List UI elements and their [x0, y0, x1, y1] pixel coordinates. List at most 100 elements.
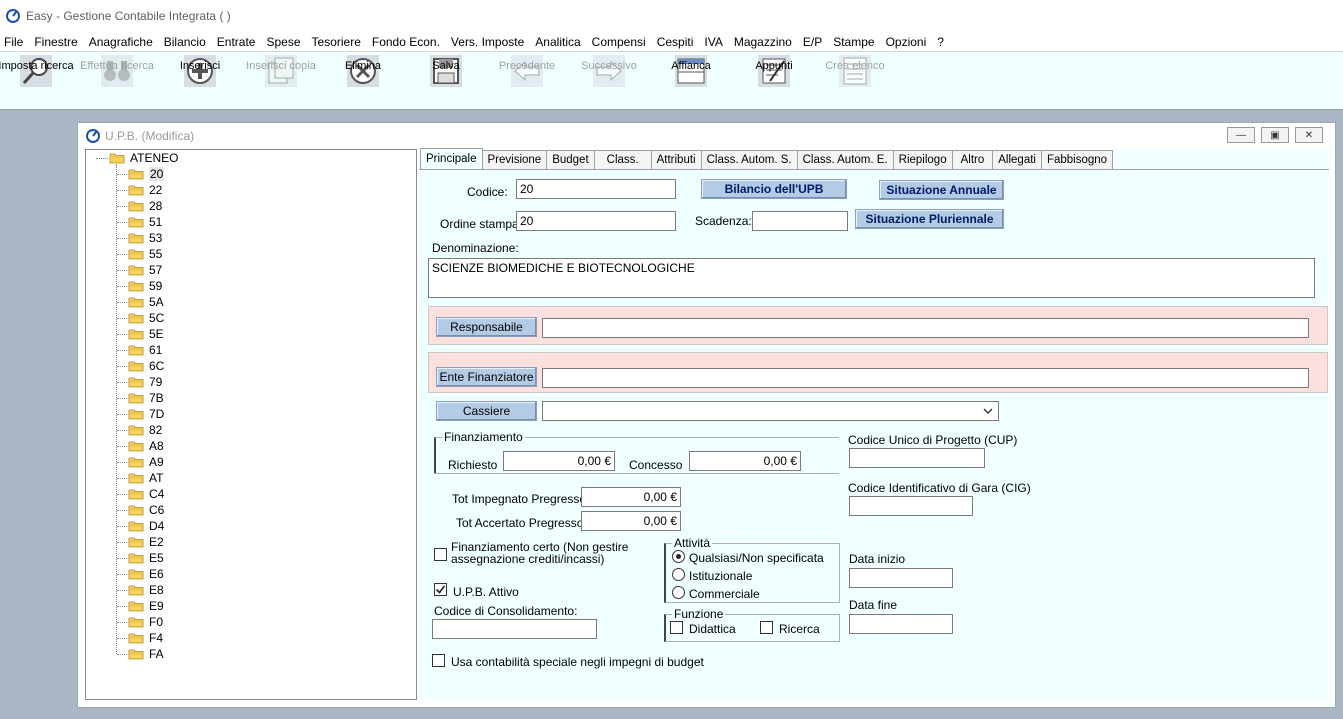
ente-finanziatore-field[interactable]	[542, 368, 1309, 388]
maximize-button[interactable]: ▣	[1261, 127, 1289, 143]
tree-item[interactable]: 82	[128, 422, 162, 438]
tree-item[interactable]: A8	[128, 438, 164, 454]
tree-item[interactable]: A9	[128, 454, 164, 470]
menu-cespiti[interactable]: Cespiti	[653, 35, 701, 49]
tree-item[interactable]: C4	[128, 486, 164, 502]
menu-finestre[interactable]: Finestre	[30, 35, 84, 49]
tree-item[interactable]: 5E	[128, 326, 164, 342]
menu-vers-imposte[interactable]: Vers. Imposte	[447, 35, 531, 49]
tab-allegati[interactable]: Allegati	[992, 150, 1042, 169]
effettua-ricerca-button[interactable]: Effettua ricerca	[78, 55, 156, 107]
salva-button[interactable]: Salva	[424, 55, 468, 107]
menu-opzioni[interactable]: Opzioni	[882, 35, 934, 49]
bilancio-upb-button[interactable]: Bilancio dell'UPB	[701, 179, 847, 199]
tab-class[interactable]: Class.	[593, 150, 652, 169]
situazione-annuale-button[interactable]: Situazione Annuale	[879, 180, 1004, 200]
tab-altro[interactable]: Altro	[951, 150, 994, 169]
tree-item[interactable]: E5	[128, 550, 164, 566]
tot-accertato-field[interactable]: 0,00 €	[581, 511, 681, 531]
consolidamento-field[interactable]	[432, 619, 597, 639]
menu-tesoriere[interactable]: Tesoriere	[308, 35, 368, 49]
tree-item[interactable]: F4	[128, 630, 163, 646]
tree-item[interactable]: 28	[128, 198, 162, 214]
menu-analitica[interactable]: Analitica	[531, 35, 587, 49]
tree-item[interactable]: FA	[128, 646, 164, 662]
tab-class-autom-e[interactable]: Class. Autom. E.	[796, 150, 894, 169]
attivita-radio-istituzionale[interactable]	[672, 568, 685, 581]
close-button[interactable]: ✕	[1295, 127, 1323, 143]
tree-item[interactable]: 61	[128, 342, 162, 358]
tree-root-ateneo[interactable]: ATENEO	[109, 150, 178, 166]
inserisci-copia-button[interactable]: Inserisci copia	[244, 55, 318, 107]
tab-previsione[interactable]: Previsione	[481, 150, 548, 169]
finanziamento-certo-checkbox[interactable]	[434, 548, 447, 561]
tree-item[interactable]: 22	[128, 182, 162, 198]
inserisci-button[interactable]: Inserisci	[172, 55, 228, 107]
tree-item[interactable]: 51	[128, 214, 162, 230]
menu-bilancio[interactable]: Bilancio	[160, 35, 213, 49]
cup-field[interactable]	[849, 448, 985, 468]
menu-magazzino[interactable]: Magazzino	[730, 35, 799, 49]
tab-budget[interactable]: Budget	[546, 150, 595, 169]
menu-entrate[interactable]: Entrate	[213, 35, 263, 49]
tree-item[interactable]: 57	[128, 262, 162, 278]
menu-compensi[interactable]: Compensi	[588, 35, 653, 49]
didattica-checkbox[interactable]	[670, 621, 683, 634]
tree-item[interactable]: F0	[128, 614, 163, 630]
attivita-radio-commerciale[interactable]	[672, 586, 685, 599]
ricerca-checkbox[interactable]	[760, 621, 773, 634]
tab-fabbisogno[interactable]: Fabbisogno	[1040, 150, 1114, 169]
upb-tree[interactable]: ATENEO 20 22 28 51 53 55 57 59 5A 5C 5E 61 6C 79 7B 7D 82…	[85, 149, 417, 700]
menu-ep[interactable]: E/P	[799, 35, 829, 49]
menu-anagrafiche[interactable]: Anagrafiche	[85, 35, 160, 49]
tree-item[interactable]: 59	[128, 278, 162, 294]
situazione-pluriennale-button[interactable]: Situazione Pluriennale	[855, 209, 1004, 229]
tree-item[interactable]: 5C	[128, 310, 164, 326]
ente-finanziatore-button[interactable]: Ente Finanziatore	[436, 367, 537, 387]
tree-item[interactable]: 5A	[128, 294, 164, 310]
imposta-ricerca-button[interactable]: Imposta ricerca	[0, 55, 74, 107]
menu-file[interactable]: File	[0, 35, 30, 49]
tab-riepilogo[interactable]: Riepilogo	[892, 150, 953, 169]
menu-help[interactable]: ?	[933, 35, 951, 49]
codice-field[interactable]: 20	[516, 179, 676, 199]
crea-elenco-button[interactable]: Crea elenco	[824, 55, 886, 107]
data-inizio-field[interactable]	[849, 568, 953, 588]
tot-impegnato-field[interactable]: 0,00 €	[581, 487, 681, 507]
tab-attributi[interactable]: Attributi	[650, 150, 702, 169]
cig-field[interactable]	[849, 496, 973, 516]
scadenza-field[interactable]	[752, 211, 848, 231]
tree-item[interactable]: AT	[128, 470, 163, 486]
menu-iva[interactable]: IVA	[700, 35, 729, 49]
tree-item[interactable]: E2	[128, 534, 164, 550]
data-fine-field[interactable]	[849, 614, 953, 634]
tree-item[interactable]: D4	[128, 518, 164, 534]
tree-item[interactable]: 79	[128, 374, 162, 390]
cassiere-button[interactable]: Cassiere	[436, 401, 537, 421]
tree-item[interactable]: 53	[128, 230, 162, 246]
tree-item[interactable]: E9	[128, 598, 164, 614]
elimina-button[interactable]: Elimina	[338, 55, 388, 107]
tab-principale[interactable]: Principale	[420, 148, 483, 169]
contabilita-speciale-checkbox[interactable]	[432, 654, 445, 667]
affianca-button[interactable]: Affianca	[666, 55, 716, 107]
tree-item[interactable]: 6C	[128, 358, 164, 374]
precedente-button[interactable]: Precedente	[496, 55, 558, 107]
tree-item[interactable]: C6	[128, 502, 164, 518]
successivo-button[interactable]: Successivo	[578, 55, 640, 107]
menu-fondo-econ[interactable]: Fondo Econ.	[368, 35, 447, 49]
responsabile-button[interactable]: Responsabile	[436, 317, 537, 337]
richiesto-field[interactable]: 0,00 €	[503, 451, 615, 471]
attivita-radio-qualsiasi[interactable]	[672, 550, 685, 563]
responsabile-field[interactable]	[542, 318, 1309, 338]
tab-class-autom-s[interactable]: Class. Autom. S.	[700, 150, 798, 169]
tree-item[interactable]: 55	[128, 246, 162, 262]
tree-item[interactable]: 20	[128, 166, 165, 182]
menu-stampe[interactable]: Stampe	[829, 35, 881, 49]
menu-spese[interactable]: Spese	[262, 35, 307, 49]
cassiere-select[interactable]	[542, 401, 999, 421]
concesso-field[interactable]: 0,00 €	[689, 451, 801, 471]
tree-item[interactable]: 7B	[128, 390, 164, 406]
tree-item[interactable]: 7D	[128, 406, 164, 422]
denominazione-field[interactable]: SCIENZE BIOMEDICHE E BIOTECNOLOGICHE	[428, 258, 1315, 298]
